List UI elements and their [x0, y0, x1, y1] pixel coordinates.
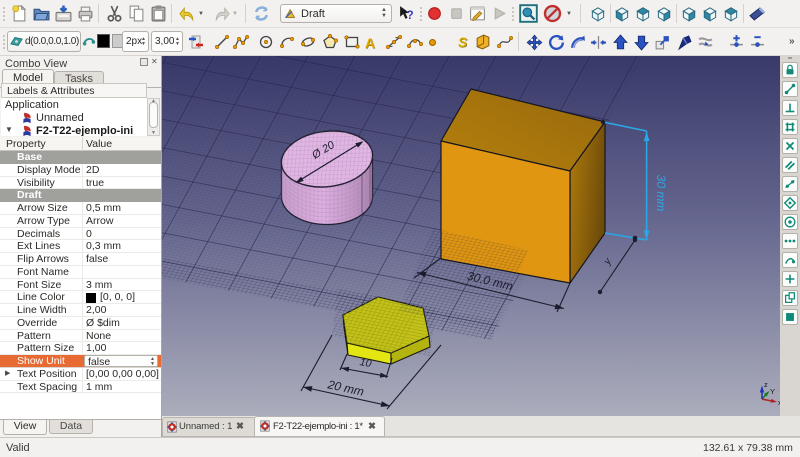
svg-text:30 mm: 30 mm: [654, 175, 668, 212]
svg-text:Y: Y: [770, 387, 775, 396]
svg-text:z: z: [764, 380, 768, 389]
svg-text:?: ?: [407, 9, 414, 22]
svg-text:10: 10: [359, 356, 373, 370]
